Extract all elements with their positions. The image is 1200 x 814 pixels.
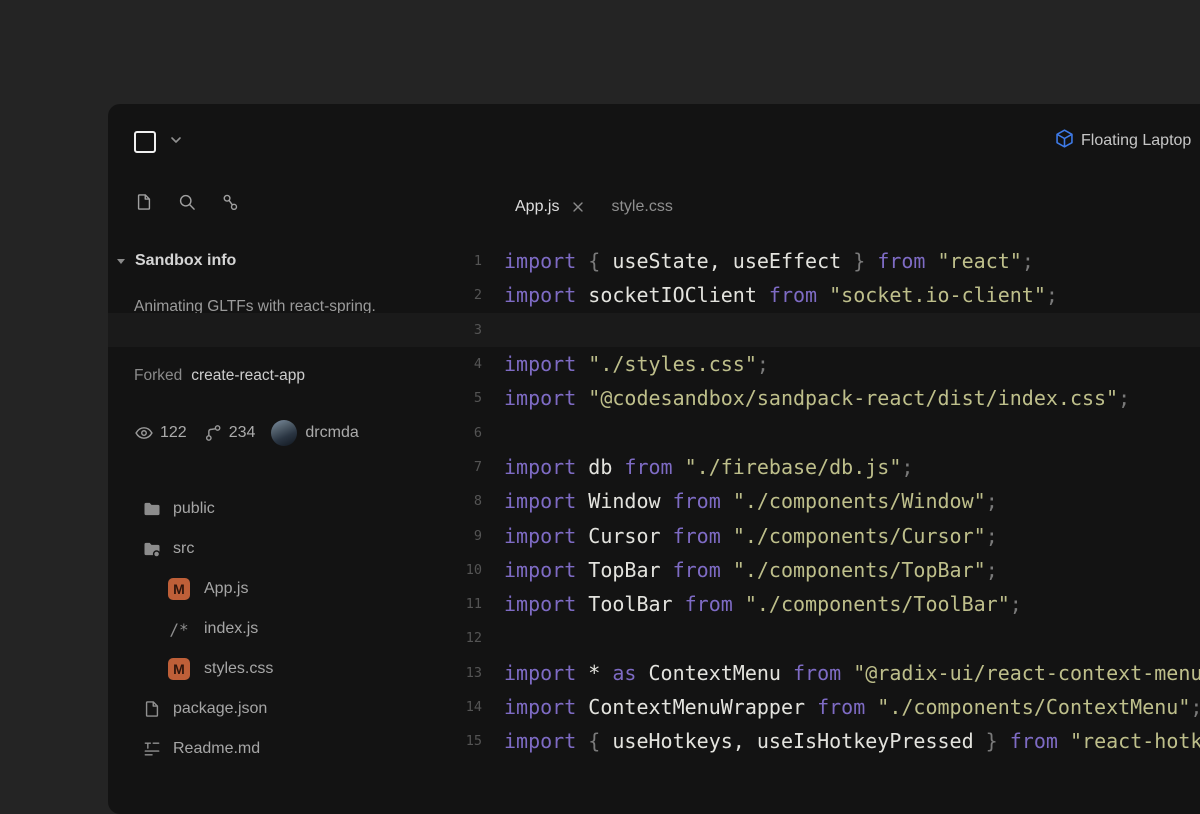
app-logo-button[interactable] <box>134 130 158 154</box>
code-text: import "@codesandbox/sandpack-react/dist… <box>504 386 1130 410</box>
line-number: 4 <box>108 356 482 372</box>
line-number: 15 <box>108 733 482 749</box>
line-number: 3 <box>108 322 482 338</box>
code-editor[interactable]: 1 import { useState, useEffect } from "re… <box>108 244 1200 758</box>
tab-app-js[interactable]: App.js <box>515 198 585 216</box>
files-panel-icon[interactable] <box>134 192 154 212</box>
code-text: import { useState, useEffect } from "rea… <box>504 249 1034 273</box>
line-number: 11 <box>108 596 482 612</box>
code-text: import db from "./firebase/db.js"; <box>504 455 913 479</box>
code-text: import ContextMenuWrapper from "./compon… <box>504 695 1200 719</box>
chevron-down-icon[interactable] <box>168 132 184 148</box>
code-line[interactable]: 13 import * as ContextMenu from "@radix-u… <box>108 656 1200 690</box>
close-icon[interactable] <box>571 200 585 214</box>
tab-style-css[interactable]: style.css <box>611 198 672 216</box>
editor-window: Floating Laptop Sandbox info Animating G… <box>108 104 1200 814</box>
search-icon[interactable] <box>177 192 197 212</box>
line-number: 5 <box>108 390 482 406</box>
line-number: 12 <box>108 630 482 646</box>
line-number: 7 <box>108 459 482 475</box>
code-line[interactable]: 10 import TopBar from "./components/TopBa… <box>108 553 1200 587</box>
sidebar-toolbar <box>134 192 240 212</box>
line-number: 2 <box>108 287 482 303</box>
code-text: import { useHotkeys, useIsHotkeyPressed … <box>504 729 1200 753</box>
tab-bar: App.js style.css <box>515 192 673 222</box>
code-line[interactable]: 7 import db from "./firebase/db.js"; <box>108 450 1200 484</box>
line-number: 1 <box>108 253 482 269</box>
code-line[interactable]: 14 import ContextMenuWrapper from "./comp… <box>108 690 1200 724</box>
code-line[interactable]: 1 import { useState, useEffect } from "re… <box>108 244 1200 278</box>
code-line[interactable]: 3 <box>108 313 1200 347</box>
code-line[interactable]: 5 import "@codesandbox/sandpack-react/dis… <box>108 381 1200 415</box>
line-number: 13 <box>108 665 482 681</box>
code-line[interactable]: 8 import Window from "./components/Window… <box>108 484 1200 518</box>
code-line[interactable]: 12 <box>108 621 1200 655</box>
line-number: 8 <box>108 493 482 509</box>
tab-label: App.js <box>515 198 559 216</box>
line-number: 10 <box>108 562 482 578</box>
code-line[interactable]: 9 import Cursor from "./components/Cursor… <box>108 518 1200 552</box>
code-line[interactable]: 2 import socketIOClient from "socket.io-c… <box>108 278 1200 312</box>
code-line[interactable]: 15 import { useHotkeys, useIsHotkeyPresse… <box>108 724 1200 758</box>
code-line[interactable]: 4 import "./styles.css"; <box>108 347 1200 381</box>
code-text: import ToolBar from "./components/ToolBa… <box>504 592 1022 616</box>
codesandbox-cube-icon <box>1054 128 1075 154</box>
line-number: 9 <box>108 528 482 544</box>
tab-label: style.css <box>611 198 672 216</box>
code-text: import "./styles.css"; <box>504 352 769 376</box>
code-line[interactable]: 6 <box>108 415 1200 449</box>
line-number: 14 <box>108 699 482 715</box>
code-text: import * as ContextMenu from "@radix-ui/… <box>504 661 1200 685</box>
code-text: import TopBar from "./components/TopBar"… <box>504 558 998 582</box>
logo-square-icon <box>134 131 156 153</box>
sandbox-title: Floating Laptop <box>1054 128 1191 154</box>
code-text: import socketIOClient from "socket.io-cl… <box>504 283 1058 307</box>
code-line[interactable]: 11 import ToolBar from "./components/Tool… <box>108 587 1200 621</box>
code-text: import Cursor from "./components/Cursor"… <box>504 524 998 548</box>
fork-panel-icon[interactable] <box>220 192 240 212</box>
line-number: 6 <box>108 425 482 441</box>
sandbox-title-text: Floating Laptop <box>1081 132 1191 150</box>
code-text: import Window from "./components/Window"… <box>504 489 998 513</box>
